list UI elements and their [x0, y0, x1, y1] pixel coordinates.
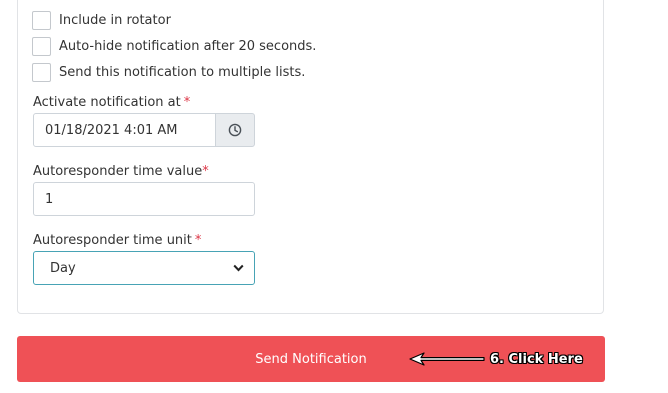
send-notification-label: Send Notification: [255, 351, 367, 367]
required-mark: *: [202, 164, 209, 179]
annotation-text: 6. Click Here: [490, 351, 583, 367]
required-mark: *: [194, 233, 202, 248]
time-unit-select[interactable]: Day: [33, 251, 255, 285]
time-value-input[interactable]: 1: [33, 182, 255, 216]
include-rotator-checkbox[interactable]: [32, 10, 51, 30]
activate-datetime-group: 01/18/2021 4:01 AM: [33, 113, 255, 147]
activate-label-text: Activate notification at: [33, 95, 181, 110]
time-value-label-text: Autoresponder time value: [33, 164, 203, 179]
time-unit-selected: Day: [50, 260, 76, 276]
time-unit-label-text: Autoresponder time unit: [33, 233, 192, 248]
auto-hide-checkbox[interactable]: [32, 36, 51, 56]
include-rotator-row[interactable]: Include in rotator: [32, 9, 171, 31]
auto-hide-label: Auto-hide notification after 20 seconds.: [59, 38, 317, 54]
chevron-down-icon: [233, 264, 244, 272]
time-unit-label: Autoresponder time unit *: [33, 233, 201, 248]
required-mark: *: [183, 95, 191, 110]
multiple-lists-label: Send this notification to multiple lists…: [59, 64, 306, 80]
multiple-lists-row[interactable]: Send this notification to multiple lists…: [32, 61, 305, 83]
multiple-lists-checkbox[interactable]: [32, 62, 51, 82]
activate-datetime-input[interactable]: 01/18/2021 4:01 AM: [33, 113, 216, 147]
clock-icon: [228, 123, 242, 137]
arrow-left-icon: [409, 352, 485, 366]
click-here-annotation: 6. Click Here: [408, 348, 583, 370]
include-rotator-label: Include in rotator: [59, 12, 171, 28]
activate-label: Activate notification at *: [33, 95, 190, 110]
clock-button[interactable]: [215, 113, 255, 147]
time-value-label: Autoresponder time value*: [33, 164, 209, 179]
auto-hide-row[interactable]: Auto-hide notification after 20 seconds.: [32, 35, 316, 57]
